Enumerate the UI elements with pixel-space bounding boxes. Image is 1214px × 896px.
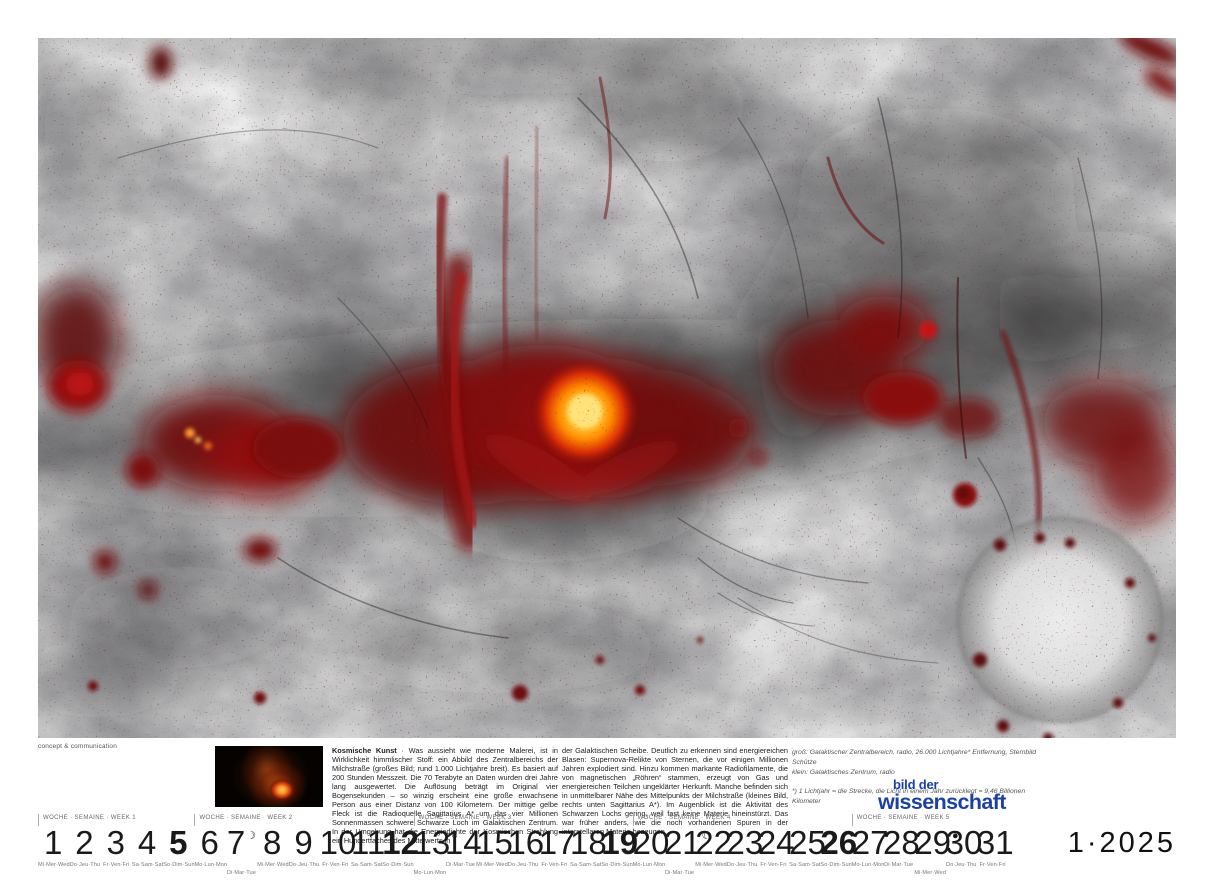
calendar-day: 30 Do·Jeu·Thu: [946, 827, 977, 876]
calendar-day: 27 Mo·Lun·Mon: [852, 827, 883, 876]
day-number: 7: [227, 824, 245, 861]
day-number: 31: [977, 824, 1014, 861]
week-days: 6 Mo·Lun·Mon 7☽ Di·Mar·Tue 8 Mi·Mer·Wed …: [194, 827, 413, 876]
caption-line-1: groß: Galaktischer Zentralbereich, radio…: [792, 748, 1044, 768]
week-days: 13○ Mo·Lun·Mon 14 Di·Mar·Tue 15 Mi·Mer·W…: [414, 827, 633, 876]
day-of-week-label: Di·Mar·Tue: [664, 870, 695, 876]
day-of-week-label: Fr·Ven·Fri: [539, 862, 570, 868]
calendar-day: 11 Sa·Sam·Sat: [351, 827, 382, 876]
calendar-day: 28 Di·Mar·Tue: [883, 827, 914, 876]
day-of-week-label: So·Dim·Sun: [601, 862, 632, 868]
calendar-day: 19 So·Dim·Sun: [601, 827, 632, 876]
calendar-day: 15 Mi·Mer·Wed: [476, 827, 507, 876]
credit-line: concept & communication: [38, 743, 117, 750]
day-of-week-label: Di·Mar·Tue: [445, 862, 476, 868]
article-title: Kosmische Kunst: [332, 746, 397, 755]
galactic-center-image: [38, 38, 1176, 738]
day-number: 11: [351, 824, 385, 861]
day-of-week-label: Sa·Sam·Sat: [570, 862, 601, 868]
day-of-week-label: Mi·Mer·Wed: [695, 862, 726, 868]
calendar-day: 17 Fr·Ven·Fri: [539, 827, 570, 876]
day-of-week-label: Mi·Mer·Wed: [476, 862, 507, 868]
day-of-week-label: So·Dim·Sun: [382, 862, 413, 868]
calendar-day: 3 Fr·Ven·Fri: [101, 827, 132, 868]
calendar-day: 26 So·Dim·Sun: [820, 827, 851, 876]
calendar-day: 23 Do·Jeu·Thu: [727, 827, 758, 876]
day-number: 2: [75, 824, 93, 861]
calendar-day: 2 Do·Jeu·Thu: [69, 827, 100, 868]
day-of-week-label: Mo·Lun·Mon: [633, 862, 664, 868]
calendar-day: 4 Sa·Sam·Sat: [132, 827, 163, 868]
week-group: WOCHE · SEMAINE · WEEK 2 6 Mo·Lun·Mon 7☽…: [194, 814, 413, 876]
calendar-day: 13○ Mo·Lun·Mon: [414, 827, 445, 876]
day-of-week-label: So·Dim·Sun: [820, 862, 851, 868]
logo-line-2: wissenschaft: [878, 792, 1010, 814]
day-of-week-label: Di·Mar·Tue: [883, 862, 914, 868]
day-of-week-label: Fr·Ven·Fri: [320, 862, 351, 868]
week-group: WOCHE · SEMAINE · WEEK 4 20 Mo·Lun·Mon 2…: [633, 814, 852, 876]
calendar-day: 18 Sa·Sam·Sat: [570, 827, 601, 876]
calendar-day: 8 Mi·Mer·Wed: [257, 827, 288, 876]
calendar-day: 25 Sa·Sam·Sat: [789, 827, 820, 876]
weeks-row: WOCHE · SEMAINE · WEEK 1 1 Mi·Mer·Wed 2 …: [38, 814, 1176, 876]
calendar-day: 5 So·Dim·Sun: [163, 827, 194, 868]
day-of-week-label: Do·Jeu·Thu: [507, 862, 538, 868]
day-number: 9: [294, 824, 312, 861]
day-of-week-label: Sa·Sam·Sat: [351, 862, 382, 868]
day-of-week-label: Sa·Sam·Sat: [132, 862, 163, 868]
day-of-week-label: Fr·Ven·Fri: [977, 862, 1008, 868]
article-separator: ·: [397, 746, 409, 755]
calendar-day: 6 Mo·Lun·Mon: [194, 827, 225, 876]
day-of-week-label: Do·Jeu·Thu: [69, 862, 100, 868]
bdw-logo: bild der wissenschaft: [878, 778, 1010, 814]
moon-phase-icon: ●: [952, 820, 959, 852]
calendar-day: 10 Fr·Ven·Fri: [320, 827, 351, 876]
calendar-day: 24 Fr·Ven·Fri: [758, 827, 789, 876]
day-of-week-label: Mo·Lun·Mon: [194, 862, 225, 868]
calendar-page: concept & communication Kosmische Kunst …: [0, 0, 1214, 896]
week-days: 1 Mi·Mer·Wed 2 Do·Jeu·Thu 3 Fr·Ven·Fri 4…: [38, 827, 194, 868]
calendar-day: 21☾ Di·Mar·Tue: [664, 827, 695, 876]
calendar-day: 31 Fr·Ven·Fri: [977, 827, 1008, 876]
moon-phase-icon: ○: [451, 820, 458, 852]
calendar-day: 29● Mi·Mer·Wed: [914, 827, 945, 876]
day-of-week-label: Mi·Mer·Wed: [914, 870, 945, 876]
day-number: 3: [107, 824, 125, 861]
calendar-day: 16 Do·Jeu·Thu: [507, 827, 538, 876]
week-days: 20 Mo·Lun·Mon 21☾ Di·Mar·Tue 22 Mi·Mer·W…: [633, 827, 852, 876]
issue-label: 1·2025: [1068, 827, 1176, 860]
day-of-week-label: Mi·Mer·Wed: [257, 862, 288, 868]
day-of-week-label: Do·Jeu·Thu: [288, 862, 319, 868]
week-days: 27 Mo·Lun·Mon 28 Di·Mar·Tue 29● Mi·Mer·W…: [852, 827, 1008, 876]
moon-phase-icon: ☽: [246, 820, 256, 852]
day-number: 1: [44, 824, 62, 861]
day-number: 4: [138, 824, 156, 861]
week-group: WOCHE · SEMAINE · WEEK 1 1 Mi·Mer·Wed 2 …: [38, 814, 194, 876]
day-of-week-label: Do·Jeu·Thu: [727, 862, 758, 868]
day-of-week-label: Mi·Mer·Wed: [38, 862, 69, 868]
day-of-week-label: Di·Mar·Tue: [226, 870, 257, 876]
calendar-day: 14 Di·Mar·Tue: [445, 827, 476, 876]
main-artwork: [38, 38, 1176, 738]
day-of-week-label: Do·Jeu·Thu: [946, 862, 977, 868]
day-number: 6: [200, 824, 218, 861]
day-of-week-label: So·Dim·Sun: [163, 862, 194, 868]
day-of-week-label: Mo·Lun·Mon: [414, 870, 445, 876]
moon-phase-icon: ☾: [702, 820, 712, 852]
calendar-day: 1 Mi·Mer·Wed: [38, 827, 69, 868]
calendar-strip: WOCHE · SEMAINE · WEEK 1 1 Mi·Mer·Wed 2 …: [38, 814, 1176, 878]
day-of-week-label: Mo·Lun·Mon: [852, 862, 883, 868]
week-group: WOCHE · SEMAINE · WEEK 5 27 Mo·Lun·Mon 2…: [852, 814, 1008, 876]
day-of-week-label: Fr·Ven·Fri: [758, 862, 789, 868]
calendar-day: 12 So·Dim·Sun: [382, 827, 413, 876]
calendar-day: 20 Mo·Lun·Mon: [633, 827, 664, 876]
day-of-week-label: Sa·Sam·Sat: [789, 862, 820, 868]
inset-thumbnail: [215, 746, 323, 807]
week-group: WOCHE · SEMAINE · WEEK 3 13○ Mo·Lun·Mon …: [414, 814, 633, 876]
day-of-week-label: Fr·Ven·Fri: [101, 862, 132, 868]
day-number: 5: [169, 824, 187, 861]
day-number: 8: [263, 824, 281, 861]
calendar-day: 7☽ Di·Mar·Tue: [226, 827, 257, 876]
calendar-day: 9 Do·Jeu·Thu: [288, 827, 319, 876]
